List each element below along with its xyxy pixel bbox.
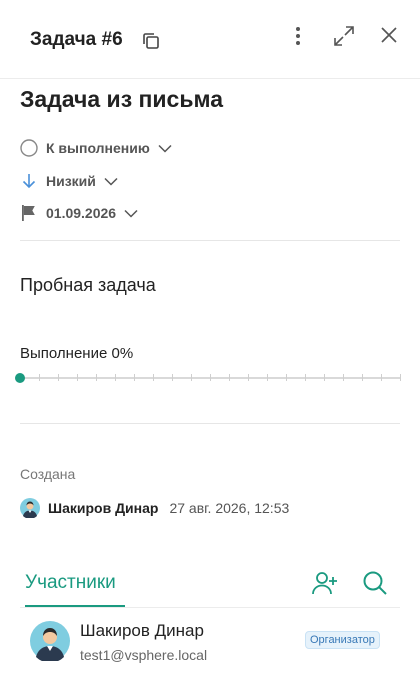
participant-name: Шакиров Динар	[80, 621, 204, 640]
slider-thumb[interactable]	[15, 373, 25, 383]
task-header: Задача #6	[0, 0, 420, 79]
slider-tick	[210, 374, 211, 381]
participant-item[interactable]: Шакиров Динар test1@vsphere.local Органи…	[30, 618, 400, 668]
slider-tick	[362, 374, 363, 381]
slider-tick	[77, 374, 78, 381]
avatar	[30, 621, 70, 663]
status-value: К выполнению	[46, 140, 150, 156]
due-date-dropdown[interactable]: 01.09.2026	[20, 202, 138, 224]
slider-tick	[305, 374, 306, 381]
created-date: 27 авг. 2026, 12:53	[169, 500, 290, 516]
tabs-divider	[20, 607, 400, 608]
slider-tick	[172, 374, 173, 381]
circle-icon	[20, 139, 38, 157]
copy-icon[interactable]	[140, 30, 162, 52]
slider-tick	[191, 374, 192, 381]
slider-tick	[229, 374, 230, 381]
slider-tick	[267, 374, 268, 381]
slider-tick	[286, 374, 287, 381]
due-date-value: 01.09.2026	[46, 205, 117, 221]
arrow-down-icon	[20, 172, 38, 190]
role-badge: Организатор	[305, 631, 380, 649]
slider-tick	[134, 374, 135, 381]
creator-name[interactable]: Шакиров Динар	[48, 500, 158, 516]
creator-info: Шакиров Динар 27 авг. 2026, 12:53	[20, 497, 289, 519]
avatar	[20, 498, 40, 518]
task-id-title: Задача #6	[30, 29, 123, 50]
priority-dropdown[interactable]: Низкий	[20, 170, 118, 192]
slider-tick	[58, 374, 59, 381]
slider-tick	[343, 374, 344, 381]
tab-participants[interactable]: Участники	[25, 572, 116, 594]
progress-label: Выполнение 0%	[20, 345, 134, 362]
slider-tick	[248, 374, 249, 381]
divider	[20, 423, 400, 424]
close-icon[interactable]	[378, 24, 400, 46]
task-title: Задача из письма	[20, 86, 223, 112]
active-tab-indicator	[25, 605, 125, 607]
expand-icon[interactable]	[332, 24, 356, 48]
flag-icon	[20, 204, 38, 222]
task-description[interactable]: Пробная задача	[20, 275, 156, 296]
chevron-down-icon	[158, 144, 172, 153]
slider-tick	[400, 374, 401, 381]
divider	[20, 240, 400, 241]
participant-email: test1@vsphere.local	[80, 647, 208, 663]
add-user-icon[interactable]	[310, 568, 340, 598]
priority-value: Низкий	[46, 173, 96, 189]
slider-tick	[39, 374, 40, 381]
slider-tick	[96, 374, 97, 381]
slider-tick	[115, 374, 116, 381]
search-icon[interactable]	[360, 568, 390, 598]
slider-tick	[324, 374, 325, 381]
more-vertical-icon[interactable]	[288, 24, 308, 48]
slider-tick	[381, 374, 382, 381]
chevron-down-icon	[124, 209, 138, 218]
progress-slider[interactable]	[15, 370, 404, 386]
created-label: Создана	[20, 466, 76, 482]
chevron-down-icon	[104, 177, 118, 186]
slider-tick	[153, 374, 154, 381]
status-dropdown[interactable]: К выполнению	[20, 137, 172, 159]
